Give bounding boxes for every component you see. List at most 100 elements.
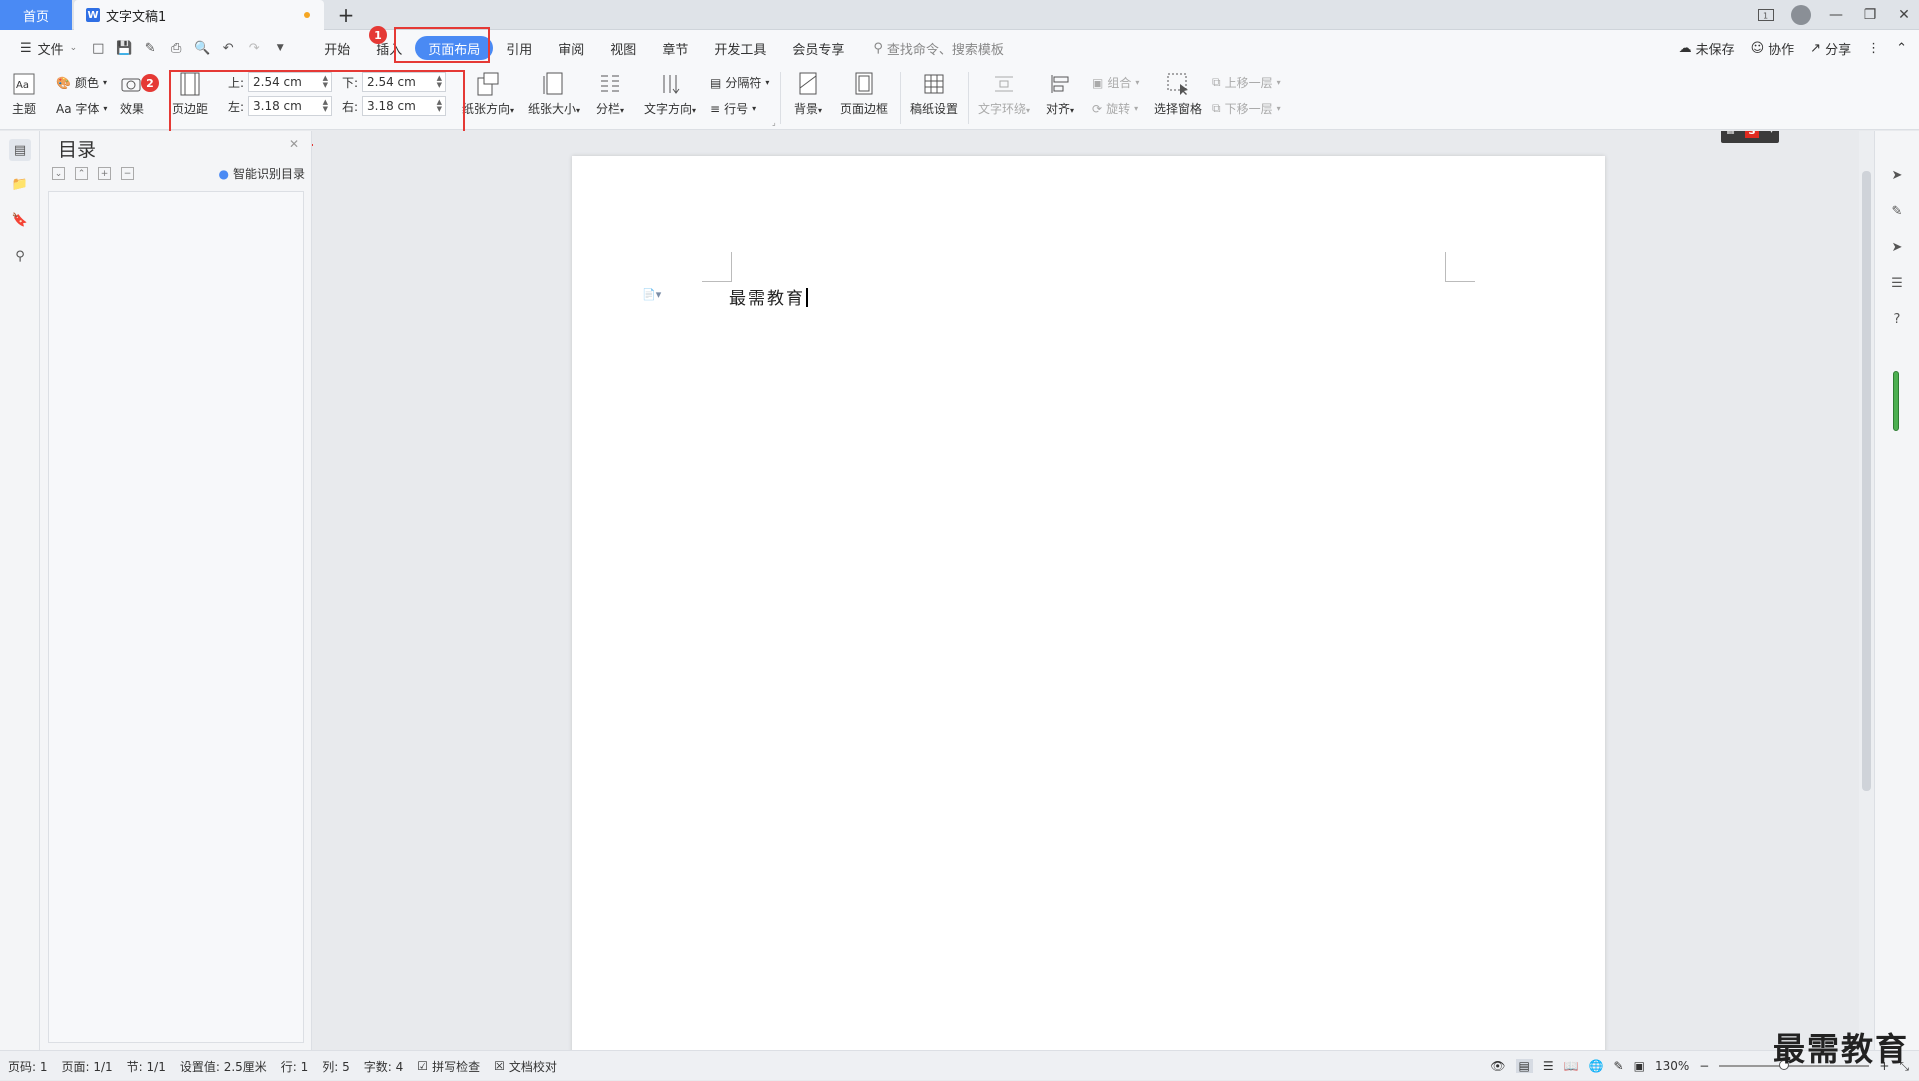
redo-icon[interactable]: ↷ [243,37,265,59]
tab-view[interactable]: 视图 [597,36,649,60]
customize-toolbar-icon[interactable]: ▼ [269,37,291,59]
sliders-icon[interactable]: ☰ [1887,273,1907,293]
cursor-icon[interactable]: ➤ [1887,237,1907,257]
breaks-button[interactable]: ▤分隔符▾ [710,74,769,91]
save-icon[interactable]: 💾 [113,37,135,59]
print-icon[interactable]: ⎙ [165,37,187,59]
font-theme-button[interactable]: Aa 字体▾ [56,100,107,117]
bring-forward-button[interactable]: ⧉上移一层▾ [1212,74,1281,91]
expand-up-icon[interactable]: ⌃ [75,167,88,180]
dialog-launcher-icon[interactable]: ⌟ [772,118,776,127]
remove-level-icon[interactable]: − [121,167,134,180]
proofread-button[interactable]: ☒文档校对 [494,1058,557,1075]
outline-view-icon[interactable]: ☰ [1543,1059,1554,1073]
grid-paper-button[interactable]: 稿纸设置 [910,70,958,117]
zoom-level[interactable]: 130% [1655,1059,1689,1073]
page-view-icon[interactable]: 1 [1751,0,1781,30]
section-status[interactable]: 节: 1/1 [127,1058,166,1075]
orientation-button[interactable]: 纸张方向▾ [462,70,514,117]
command-search-placeholder: 查找命令、搜索模板 [887,39,1004,58]
column-status[interactable]: 列: 5 [322,1058,350,1075]
minimize-icon[interactable]: — [1821,0,1851,30]
help-icon[interactable]: ? [1887,309,1907,329]
vertical-scrollbar[interactable] [1859,131,1874,1050]
bookmark-icon[interactable]: 🔖 [9,209,31,231]
input-method-toolbar[interactable]: ▦ S ▾ [1721,131,1779,143]
group-button[interactable]: ▣组合▾ [1092,74,1139,91]
rotate-button[interactable]: ⟳旋转▾ [1092,100,1138,117]
pages-status[interactable]: 页面: 1/1 [62,1058,113,1075]
folder-icon[interactable]: 📁 [9,173,31,195]
format-painter-icon[interactable]: ✎ [139,37,161,59]
columns-button[interactable]: 分栏▾ [596,70,624,117]
page-border-button[interactable]: 页面边框 [840,70,888,117]
share-button[interactable]: ↗分享 [1810,39,1851,58]
search-icon[interactable]: ⚲ [9,245,31,267]
home-tab[interactable]: 首页 [0,0,72,30]
tab-references[interactable]: 引用 [493,36,545,60]
text-direction-button[interactable]: 文字方向▾ [644,70,696,117]
row-status[interactable]: 行: 1 [281,1058,309,1075]
reading-view-icon[interactable]: 📖 [1564,1059,1579,1073]
cloud-icon: ☁ [1679,41,1692,56]
close-icon[interactable]: ✕ [1889,0,1919,30]
word-count-status[interactable]: 字数: 4 [364,1058,404,1075]
page-view-icon[interactable]: ▤ [1516,1059,1533,1073]
file-menu-button[interactable]: ☰ 文件 ⌄ [14,35,83,61]
outline-icon[interactable]: ▤ [9,139,31,161]
background-button[interactable]: 背景▾ [794,70,822,117]
write-view-icon[interactable]: ✎ [1614,1059,1624,1073]
selection-pane-label: 选择窗格 [1154,100,1202,117]
user-avatar[interactable] [1791,5,1811,25]
collapse-all-icon[interactable]: ⌄ [52,167,65,180]
undo-icon[interactable]: ↶ [217,37,239,59]
document-body-text[interactable]: 最需教育 [729,284,808,309]
rotate-icon: ⟳ [1092,102,1102,116]
eye-protection-icon[interactable]: 👁 [1490,1059,1505,1073]
pen-icon[interactable]: ✎ [1887,201,1907,221]
new-tab-button[interactable]: + [334,3,358,27]
web-view-icon[interactable]: 🌐 [1589,1059,1604,1073]
command-search[interactable]: ⚲ 查找命令、搜索模板 [873,39,1004,58]
zoom-out-icon[interactable]: − [1699,1059,1709,1073]
theme-button[interactable]: Aa 主题 [10,70,38,117]
tab-section[interactable]: 章节 [649,36,701,60]
color-button[interactable]: 🎨颜色▾ [56,74,107,91]
restore-icon[interactable]: ❐ [1855,0,1885,30]
rocket-icon[interactable]: ➤ [1887,165,1907,185]
document-page[interactable]: 📄▾ 最需教育 [572,156,1605,1050]
grid-paper-icon [920,70,948,98]
effect-label: 效果 [120,100,144,117]
unsaved-status[interactable]: ☁未保存 [1679,39,1735,58]
spell-check-button[interactable]: ☑拼写检查 [417,1058,480,1075]
document-tab[interactable]: W 文字文稿1 [74,0,324,30]
scrollbar-thumb[interactable] [1862,171,1871,791]
paper-size-button[interactable]: 纸张大小▾ [528,70,580,117]
fit-page-icon[interactable]: ▣ [1634,1059,1645,1073]
smart-toc-button[interactable]: ● 智能识别目录 [219,165,306,182]
align-button[interactable]: 对齐▾ [1046,70,1074,117]
send-backward-button[interactable]: ⧉下移一层▾ [1212,100,1281,117]
page-number-status[interactable]: 页码: 1 [8,1058,48,1075]
tab-member[interactable]: 会员专享 [779,36,857,60]
user-icon: ☺ [1751,41,1765,56]
tab-developer[interactable]: 开发工具 [701,36,779,60]
setting-status[interactable]: 设置值: 2.5厘米 [180,1058,267,1075]
print-preview-icon[interactable]: 🔍 [191,37,213,59]
line-numbers-button[interactable]: ≡行号▾ [710,100,756,117]
share-icon: ↗ [1810,41,1821,56]
collapse-ribbon-icon[interactable]: ⌃ [1896,41,1907,56]
collab-button[interactable]: ☺协作 [1751,39,1795,58]
paragraph-handle-icon[interactable]: 📄▾ [642,288,661,301]
close-icon[interactable]: ✕ [289,137,299,151]
toc-panel: 目录 ✕ ⌄ ⌃ + − ● 智能识别目录 [40,131,312,1050]
new-doc-icon[interactable]: □ [87,37,109,59]
selection-pane-button[interactable]: 选择窗格 [1154,70,1202,117]
tab-review[interactable]: 审阅 [545,36,597,60]
more-icon[interactable]: ⋮ [1867,41,1880,56]
text-wrap-button[interactable]: 文字环绕▾ [978,70,1030,117]
proofread-label: 文档校对 [509,1058,557,1075]
tab-home[interactable]: 开始 [311,36,363,60]
columns-label: 分栏▾ [596,100,624,117]
add-level-icon[interactable]: + [98,167,111,180]
